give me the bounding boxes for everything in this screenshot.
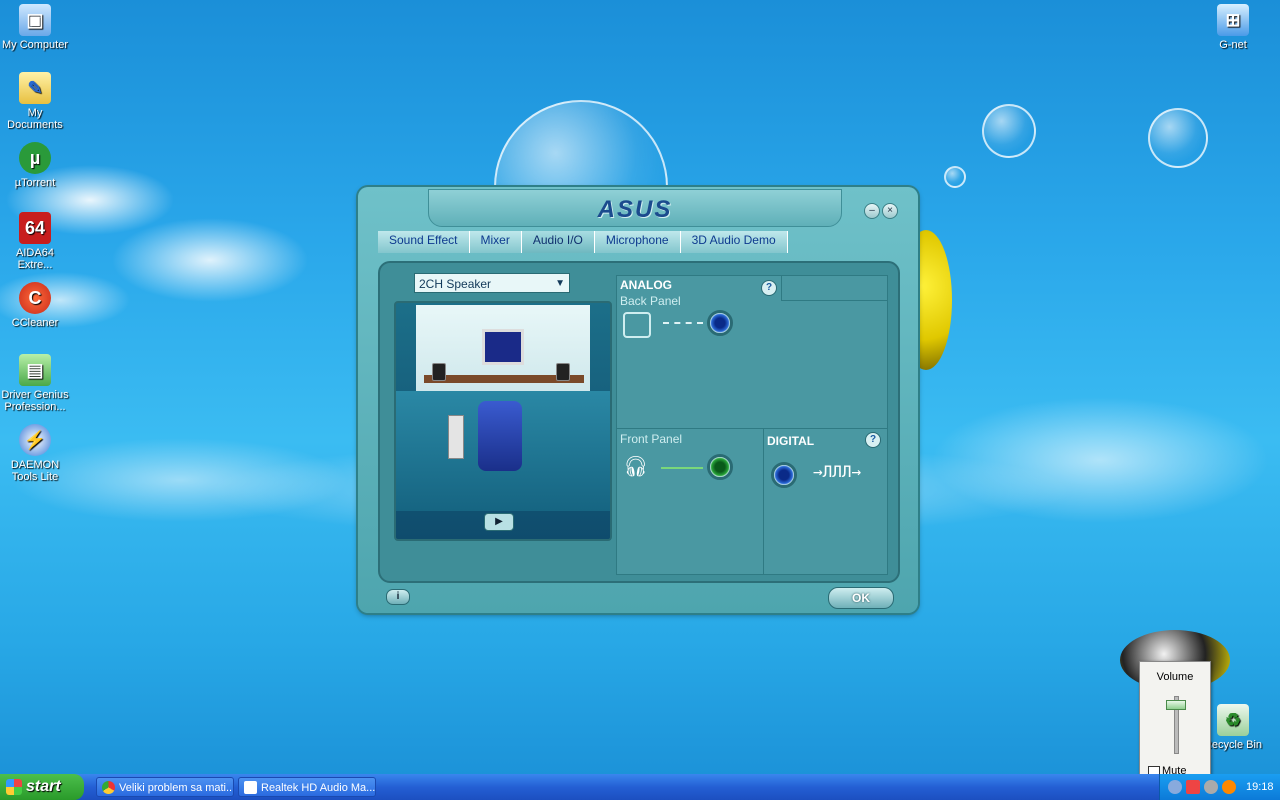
- bubble-decoration: [944, 166, 966, 188]
- clock: 19:18: [1246, 781, 1274, 793]
- volume-popup: Volume Mute: [1139, 661, 1211, 781]
- ccleaner-icon: C: [19, 282, 51, 314]
- desktop-icon-ccleaner[interactable]: C CCleaner: [0, 282, 70, 329]
- speaker-icon: [244, 781, 257, 794]
- desktop-icon-label: G-net: [1219, 39, 1247, 51]
- system-tray: 19:18: [1159, 774, 1280, 800]
- ok-button[interactable]: OK: [828, 587, 894, 609]
- taskbar-item-label: Realtek HD Audio Ma...: [261, 782, 376, 794]
- jack-config-area: ANALOG ? Back Panel Front Panel 🎧︎ DIGIT…: [616, 275, 888, 575]
- digital-signal-icon: →ЛЛЛ→: [813, 462, 862, 481]
- tab-bar: Sound Effect Mixer Audio I/O Microphone …: [378, 231, 808, 253]
- audio-io-panel: 2CH Speaker ▼ ▶ ANALOG ? Back Panel Fron…: [378, 261, 900, 583]
- recycle-bin-icon: ♻: [1217, 704, 1249, 736]
- desktop-icon-label: DAEMON Tools Lite: [10, 459, 60, 483]
- chevron-down-icon: ▼: [555, 278, 565, 289]
- volume-title: Volume: [1156, 671, 1194, 683]
- speaker-right-icon[interactable]: [556, 363, 570, 381]
- play-button[interactable]: ▶: [484, 513, 514, 531]
- window-header[interactable]: ASUS: [428, 189, 842, 227]
- analog-tab-divider: [781, 276, 782, 300]
- monitor-icon: [482, 329, 524, 365]
- info-button[interactable]: i: [386, 589, 410, 605]
- taskbar: start Veliki problem sa mati... Realtek …: [0, 774, 1280, 800]
- desktop-icon-label: Driver Genius Profession...: [1, 389, 69, 413]
- tray-volume-icon[interactable]: [1186, 780, 1200, 794]
- tray-app-icon[interactable]: [1204, 780, 1218, 794]
- front-panel-label: Front Panel: [620, 432, 683, 446]
- tab-3d-audio-demo[interactable]: 3D Audio Demo: [680, 231, 788, 253]
- digital-jack-blue[interactable]: [771, 462, 797, 488]
- digital-help-icon[interactable]: ?: [865, 432, 881, 448]
- tray-app-icon[interactable]: [1222, 780, 1236, 794]
- tray-network-icon[interactable]: [1168, 780, 1182, 794]
- computer-icon: ▣: [19, 4, 51, 36]
- front-panel-jack-green[interactable]: [707, 454, 733, 480]
- volume-slider-thumb[interactable]: [1166, 700, 1186, 711]
- speaker-config-value: 2CH Speaker: [419, 277, 492, 291]
- speaker-left-icon[interactable]: [432, 363, 446, 381]
- analog-title: ANALOG: [620, 278, 672, 292]
- chrome-icon: [102, 781, 115, 794]
- tab-microphone[interactable]: Microphone: [594, 231, 681, 253]
- taskbar-item-realtek[interactable]: Realtek HD Audio Ma...: [238, 777, 376, 797]
- desktop-icon-driver-genius[interactable]: ▤ Driver Genius Profession...: [0, 354, 70, 413]
- desktop-icon-label: CCleaner: [11, 317, 59, 329]
- close-button[interactable]: ×: [882, 203, 898, 219]
- desktop-icon-my-documents[interactable]: ✎ My Documents: [0, 72, 70, 131]
- bubble-decoration: [982, 104, 1036, 158]
- desktop-icon-label: AIDA64 Extre...: [16, 247, 54, 271]
- start-label: start: [26, 778, 61, 795]
- speaker-config-select[interactable]: 2CH Speaker ▼: [414, 273, 570, 293]
- taskbar-item-chrome[interactable]: Veliki problem sa mati...: [96, 777, 234, 797]
- back-panel-device-icon: [623, 312, 651, 338]
- back-panel-cable: [663, 322, 703, 324]
- desktop-icon-daemon-tools[interactable]: ⚡ DAEMON Tools Lite: [0, 424, 70, 483]
- chair-icon: [478, 401, 522, 471]
- panel-divider-vertical: [763, 428, 764, 574]
- folder-icon: ✎: [19, 72, 51, 104]
- desktop-icon-label: My Documents: [7, 107, 63, 131]
- tab-audio-io[interactable]: Audio I/O: [521, 231, 595, 253]
- desktop-icon-my-computer[interactable]: ▣ My Computer: [0, 4, 70, 51]
- analog-tab-underline: [781, 300, 887, 301]
- pc-tower-icon: [448, 415, 464, 459]
- asus-logo: ASUS: [597, 196, 673, 223]
- panel-divider-horizontal: [617, 428, 887, 429]
- utorrent-icon: µ: [19, 142, 51, 174]
- aida64-icon: 64: [19, 212, 51, 244]
- taskbar-item-label: Veliki problem sa mati...: [119, 782, 234, 794]
- desktop-icon-label: µTorrent: [14, 177, 56, 189]
- bubble-decoration: [1148, 108, 1208, 168]
- back-panel-label: Back Panel: [620, 294, 681, 308]
- start-button[interactable]: start: [0, 774, 84, 800]
- headphones-icon: 🎧︎: [623, 456, 649, 478]
- analog-help-icon[interactable]: ?: [761, 280, 777, 296]
- tab-sound-effect[interactable]: Sound Effect: [378, 231, 470, 253]
- daemon-tools-icon: ⚡: [19, 424, 51, 456]
- digital-title: DIGITAL: [767, 434, 815, 448]
- minimize-button[interactable]: –: [864, 203, 880, 219]
- desktop-icon-aida64[interactable]: 64 AIDA64 Extre...: [0, 212, 70, 271]
- desktop-icon-utorrent[interactable]: µ µTorrent: [0, 142, 70, 189]
- audio-manager-window: ASUS – × Sound Effect Mixer Audio I/O Mi…: [358, 187, 918, 613]
- desktop-icon-gnet[interactable]: ⊞ G-net: [1198, 4, 1268, 51]
- back-panel-jack-blue[interactable]: [707, 310, 733, 336]
- windows-flag-icon: [6, 779, 22, 795]
- network-icon: ⊞: [1217, 4, 1249, 36]
- driver-genius-icon: ▤: [19, 354, 51, 386]
- tab-mixer[interactable]: Mixer: [469, 231, 522, 253]
- speaker-room-preview: ▶: [394, 301, 612, 541]
- desktop-icon-label: My Computer: [1, 39, 69, 51]
- front-panel-arrow: [661, 467, 703, 469]
